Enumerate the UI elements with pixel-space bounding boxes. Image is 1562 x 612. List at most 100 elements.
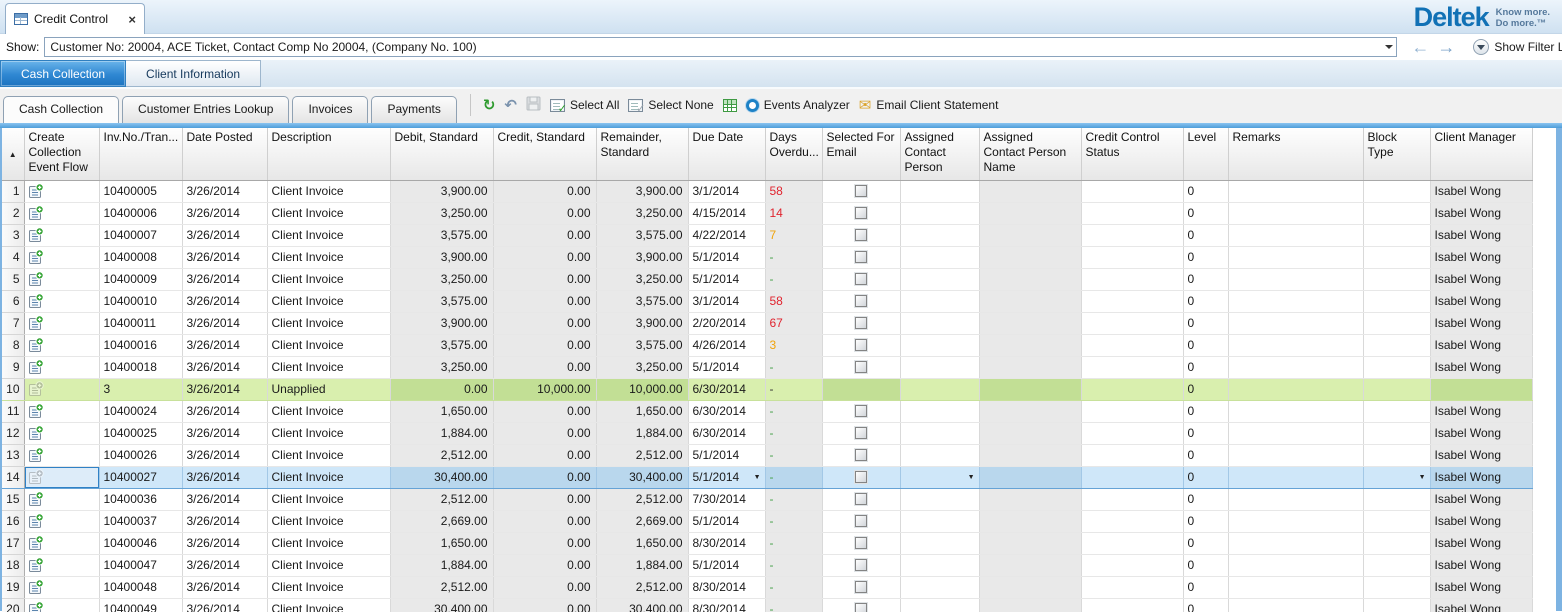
row-number[interactable]: 1 — [2, 180, 24, 202]
cell-level[interactable]: 0 — [1183, 246, 1228, 268]
cell-status[interactable] — [1081, 510, 1183, 532]
cell-status[interactable] — [1081, 312, 1183, 334]
selected-for-email-checkbox[interactable] — [855, 339, 867, 351]
cell-desc[interactable]: Client Invoice — [267, 334, 390, 356]
cell-inv[interactable]: 10400027 — [99, 466, 182, 488]
cell-inv[interactable]: 10400009 — [99, 268, 182, 290]
create-collection-event-flow-icon[interactable] — [28, 403, 44, 419]
column-header-posted[interactable]: Date Posted — [182, 128, 267, 180]
cell-contact[interactable] — [900, 510, 979, 532]
selected-for-email-checkbox[interactable] — [855, 515, 867, 527]
cell-posted[interactable]: 3/26/2014 — [182, 532, 267, 554]
subtab-cash-collection[interactable]: Cash Collection — [3, 96, 119, 123]
cell-posted[interactable]: 3/26/2014 — [182, 576, 267, 598]
cell-desc[interactable]: Client Invoice — [267, 466, 390, 488]
selected-for-email-checkbox[interactable] — [855, 229, 867, 241]
cell-level[interactable]: 0 — [1183, 290, 1228, 312]
cell-block[interactable] — [1363, 202, 1430, 224]
cell-posted[interactable]: 3/26/2014 — [182, 400, 267, 422]
cell-level[interactable]: 0 — [1183, 202, 1228, 224]
column-header-desc[interactable]: Description — [267, 128, 390, 180]
column-header-inv[interactable]: Inv.No./Tran... — [99, 128, 182, 180]
cell-email[interactable] — [822, 334, 900, 356]
cell-inv[interactable]: 10400049 — [99, 598, 182, 612]
cell-flow[interactable] — [24, 202, 99, 224]
cell-level[interactable]: 0 — [1183, 598, 1228, 612]
cell-status[interactable] — [1081, 532, 1183, 554]
create-collection-event-flow-icon[interactable] — [28, 447, 44, 463]
undo-icon[interactable]: ↶ — [504, 98, 517, 113]
cell-flow[interactable] — [24, 422, 99, 444]
cell-contact[interactable] — [900, 246, 979, 268]
cell-status[interactable] — [1081, 290, 1183, 312]
cell-posted[interactable]: 3/26/2014 — [182, 246, 267, 268]
cell-posted[interactable]: 3/26/2014 — [182, 422, 267, 444]
cell-desc[interactable]: Client Invoice — [267, 224, 390, 246]
cell-flow[interactable] — [24, 532, 99, 554]
cell-email[interactable] — [822, 576, 900, 598]
cell-status[interactable] — [1081, 488, 1183, 510]
cell-inv[interactable]: 10400018 — [99, 356, 182, 378]
create-collection-event-flow-icon[interactable] — [28, 183, 44, 199]
cell-posted[interactable]: 3/26/2014 — [182, 488, 267, 510]
column-header-debit[interactable]: Debit, Standard — [390, 128, 493, 180]
cell-level[interactable]: 0 — [1183, 444, 1228, 466]
cell-inv[interactable]: 10400005 — [99, 180, 182, 202]
cell-email[interactable] — [822, 268, 900, 290]
row-number[interactable]: 4 — [2, 246, 24, 268]
cell-desc[interactable]: Client Invoice — [267, 356, 390, 378]
cell-due[interactable]: 8/30/2014 — [688, 532, 765, 554]
cell-flow[interactable] — [24, 554, 99, 576]
create-collection-event-flow-icon[interactable] — [28, 315, 44, 331]
selected-for-email-checkbox[interactable] — [855, 185, 867, 197]
cell-status[interactable] — [1081, 400, 1183, 422]
selected-for-email-checkbox[interactable] — [855, 559, 867, 571]
cell-remarks[interactable] — [1228, 202, 1363, 224]
create-collection-event-flow-icon[interactable] — [28, 491, 44, 507]
table-view-icon[interactable] — [723, 99, 737, 112]
cell-flow[interactable] — [24, 180, 99, 202]
cell-block[interactable] — [1363, 246, 1430, 268]
cell-status[interactable] — [1081, 180, 1183, 202]
cell-level[interactable]: 0 — [1183, 334, 1228, 356]
cell-status[interactable] — [1081, 268, 1183, 290]
cell-desc[interactable]: Client Invoice — [267, 576, 390, 598]
combo-dropdown-icon[interactable] — [1382, 38, 1396, 56]
close-icon[interactable]: × — [128, 13, 136, 26]
show-filter-list-icon[interactable] — [1473, 39, 1489, 55]
column-header-flow[interactable]: Create Collection Event Flow — [24, 128, 99, 180]
cell-email[interactable] — [822, 400, 900, 422]
cell-desc[interactable]: Client Invoice — [267, 422, 390, 444]
cell-flow[interactable] — [24, 246, 99, 268]
cell-remarks[interactable] — [1228, 378, 1363, 400]
cell-contact[interactable] — [900, 400, 979, 422]
forward-arrow-icon[interactable]: → — [1437, 38, 1455, 56]
cell-desc[interactable]: Client Invoice — [267, 268, 390, 290]
cell-due[interactable]: 8/30/2014 — [688, 598, 765, 612]
cell-remarks[interactable] — [1228, 576, 1363, 598]
cell-inv[interactable]: 10400037 — [99, 510, 182, 532]
cell-contact[interactable] — [900, 290, 979, 312]
cell-status[interactable] — [1081, 466, 1183, 488]
cell-status[interactable] — [1081, 444, 1183, 466]
create-collection-event-flow-icon[interactable] — [28, 579, 44, 595]
cell-contact[interactable] — [900, 488, 979, 510]
cell-desc[interactable]: Client Invoice — [267, 290, 390, 312]
cell-posted[interactable]: 3/26/2014 — [182, 378, 267, 400]
cell-level[interactable]: 0 — [1183, 378, 1228, 400]
show-filter-list-label[interactable]: Show Filter List — [1494, 40, 1562, 54]
cell-due[interactable]: 8/30/2014 — [688, 576, 765, 598]
cell-desc[interactable]: Client Invoice — [267, 202, 390, 224]
selected-for-email-checkbox[interactable] — [855, 427, 867, 439]
cell-contact[interactable] — [900, 532, 979, 554]
document-tab-credit-control[interactable]: Credit Control × — [5, 3, 145, 34]
selected-for-email-checkbox[interactable] — [855, 537, 867, 549]
cell-flow[interactable] — [24, 510, 99, 532]
cell-posted[interactable]: 3/26/2014 — [182, 510, 267, 532]
column-header-remainder[interactable]: Remainder, Standard — [596, 128, 688, 180]
cell-contact[interactable] — [900, 598, 979, 612]
cell-flow[interactable] — [24, 488, 99, 510]
column-header-status[interactable]: Credit Control Status — [1081, 128, 1183, 180]
cell-email[interactable] — [822, 598, 900, 612]
create-collection-event-flow-icon[interactable] — [28, 513, 44, 529]
